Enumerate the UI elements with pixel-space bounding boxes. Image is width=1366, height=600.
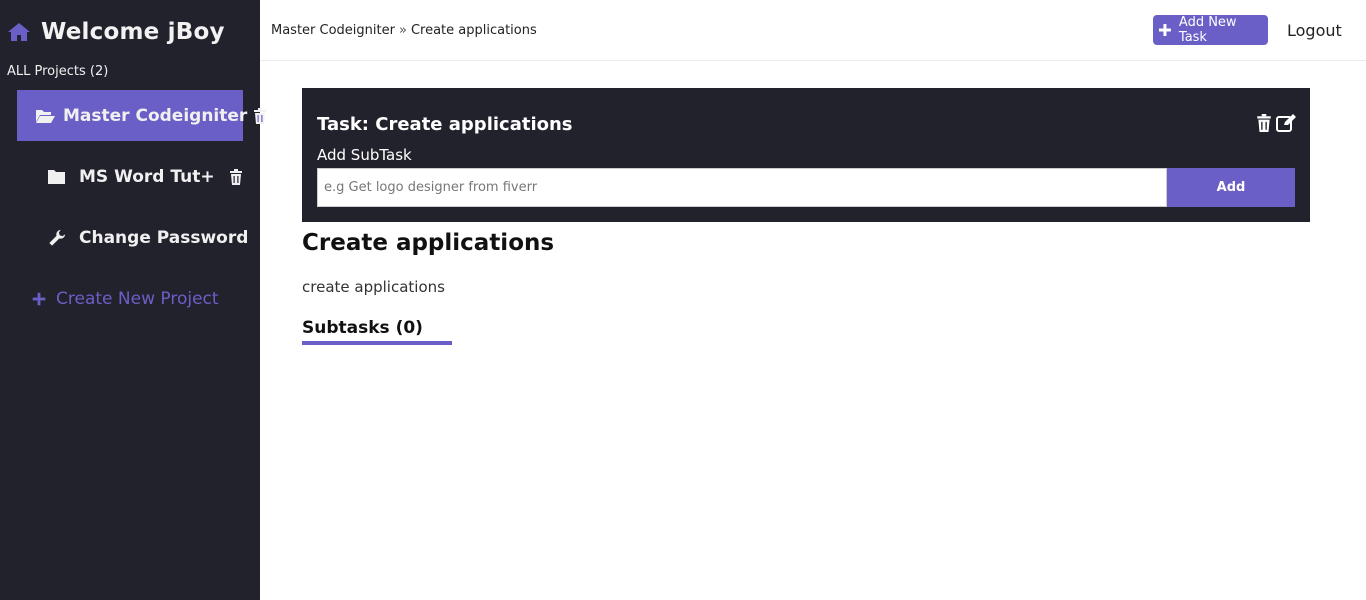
trash-icon[interactable] (253, 107, 267, 124)
sidebar-item-label: Change Password (79, 227, 249, 248)
task-title: Task: Create applications (317, 114, 573, 135)
subtasks-underline (302, 341, 452, 345)
task-heading: Create applications (302, 230, 555, 256)
breadcrumb-project[interactable]: Master Codeigniter (271, 23, 395, 38)
logout-link[interactable]: Logout (1287, 21, 1342, 40)
trash-icon[interactable] (1256, 114, 1272, 132)
sidebar-item-ms-word-tut[interactable]: MS Word Tut+ (17, 151, 243, 202)
plus-icon (1159, 24, 1171, 36)
plus-icon (32, 292, 46, 305)
task-actions (1256, 114, 1296, 132)
all-projects-label: ALL Projects (2) (7, 64, 109, 79)
sidebar-item-change-password[interactable]: Change Password (17, 212, 248, 263)
topbar: Master Codeigniter» Create applications A… (260, 0, 1366, 61)
edit-icon[interactable] (1276, 114, 1296, 132)
sidebar-item-label: MS Word Tut+ (79, 166, 215, 187)
create-project-label: Create New Project (56, 288, 219, 309)
task-description: create applications (302, 278, 445, 296)
subtasks-heading: Subtasks (0) (302, 318, 423, 338)
sidebar-title: Welcome jBoy (41, 19, 225, 45)
folder-open-icon (36, 109, 55, 123)
breadcrumb: Master Codeigniter» Create applications (271, 23, 537, 38)
add-subtask-button[interactable]: Add (1167, 168, 1295, 207)
folder-icon (48, 169, 65, 184)
breadcrumb-task: Create applications (410, 23, 537, 38)
sidebar-brand[interactable]: Welcome jBoy (7, 16, 225, 48)
add-new-task-button[interactable]: Add New Task (1153, 15, 1268, 45)
add-new-task-label: Add New Task (1178, 15, 1237, 45)
task-panel: Task: Create applications Add SubTask Ad… (302, 88, 1310, 222)
sidebar-item-master-codeigniter[interactable]: Master Codeigniter (17, 90, 267, 141)
create-project-link[interactable]: Create New Project (17, 273, 243, 324)
breadcrumb-separator: » (398, 23, 407, 38)
sidebar-item-label: Master Codeigniter (63, 105, 248, 126)
home-icon (8, 23, 30, 41)
trash-icon[interactable] (229, 168, 243, 185)
add-subtask-label: Add SubTask (317, 146, 412, 164)
sidebar: Welcome jBoy ALL Projects (2) Master Cod… (0, 0, 267, 600)
wrench-icon (49, 229, 66, 246)
subtask-input[interactable] (317, 168, 1167, 207)
